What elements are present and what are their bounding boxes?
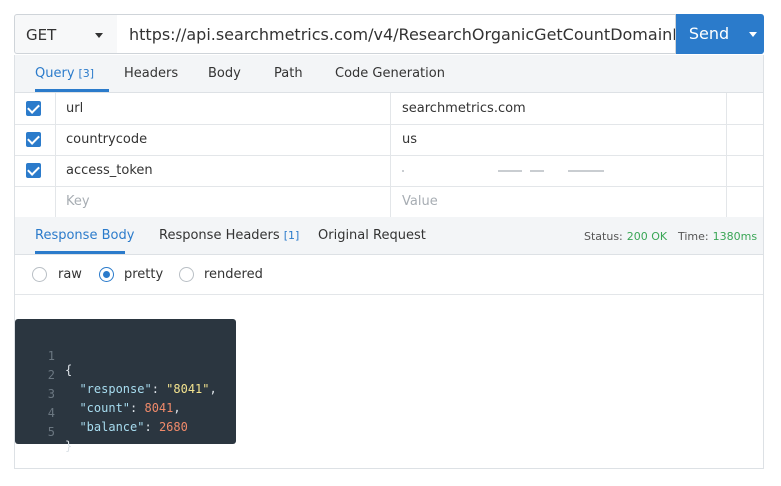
column-divider bbox=[390, 93, 391, 124]
json-number-value: 2680 bbox=[158, 420, 188, 434]
check-icon bbox=[27, 101, 40, 114]
tab-response-headers-count: [1] bbox=[283, 229, 300, 242]
column-divider bbox=[726, 155, 727, 186]
param-row: countrycode us bbox=[15, 124, 763, 156]
json-key: "response" bbox=[79, 382, 152, 396]
param-enabled-cell bbox=[15, 186, 56, 217]
json-key: "count" bbox=[79, 401, 131, 415]
new-param-key-input[interactable]: Key bbox=[66, 194, 90, 209]
param-enabled-cell bbox=[15, 124, 56, 155]
tab-response-body-label: Response Body bbox=[35, 228, 135, 243]
tab-body[interactable]: Body bbox=[208, 66, 241, 81]
send-label: Send bbox=[688, 24, 730, 43]
code-line: 1 { bbox=[15, 335, 73, 377]
column-divider bbox=[726, 186, 727, 217]
param-key[interactable]: countrycode bbox=[66, 132, 147, 147]
rendered-label[interactable]: rendered bbox=[204, 267, 263, 282]
column-divider bbox=[390, 124, 391, 155]
tab-query[interactable]: Query [3] bbox=[35, 66, 94, 81]
method-select[interactable]: GET bbox=[14, 14, 118, 54]
pretty-radio[interactable] bbox=[99, 267, 114, 282]
json-number-value: 8041 bbox=[144, 401, 174, 415]
redacted-token-value[interactable] bbox=[402, 170, 604, 173]
pretty-label[interactable]: pretty bbox=[124, 267, 163, 282]
request-panel: Query [3] Headers Body Path Code Generati… bbox=[14, 55, 764, 469]
chevron-down-icon bbox=[749, 32, 757, 37]
tab-path[interactable]: Path bbox=[274, 66, 303, 81]
send-options-button[interactable] bbox=[742, 14, 764, 54]
active-tab-indicator bbox=[35, 89, 109, 92]
new-param-value-input[interactable]: Value bbox=[402, 194, 438, 209]
code-line: 2 "response": "8041", bbox=[15, 354, 217, 396]
param-enabled-checkbox[interactable] bbox=[26, 163, 41, 178]
tab-query-count: [3] bbox=[78, 67, 95, 80]
check-icon bbox=[27, 132, 40, 145]
url-text: https://api.searchmetrics.com/v4/Researc… bbox=[129, 25, 675, 44]
param-value[interactable]: searchmetrics.com bbox=[402, 101, 526, 116]
view-mode-options: raw pretty rendered bbox=[15, 255, 763, 295]
response-tabs: Response Body Response Headers [1] Origin… bbox=[15, 217, 763, 255]
param-enabled-checkbox[interactable] bbox=[26, 101, 41, 116]
chevron-down-icon bbox=[95, 33, 103, 38]
line-number: 5 bbox=[47, 425, 55, 439]
tab-response-body[interactable]: Response Body bbox=[35, 228, 134, 243]
raw-label[interactable]: raw bbox=[58, 267, 82, 282]
column-divider bbox=[390, 186, 391, 217]
request-bar: GET https://api.searchmetrics.com/v4/Res… bbox=[14, 14, 764, 54]
param-key[interactable]: access_token bbox=[66, 163, 153, 178]
status-value: 200 OK bbox=[626, 230, 668, 243]
tab-headers-label: Headers bbox=[124, 66, 179, 81]
new-param-row: Key Value bbox=[15, 186, 763, 217]
method-label: GET bbox=[26, 26, 57, 44]
send-button[interactable]: Send bbox=[676, 14, 743, 54]
param-enabled-cell bbox=[15, 93, 56, 124]
tab-original-request[interactable]: Original Request bbox=[318, 228, 426, 243]
param-enabled-checkbox[interactable] bbox=[26, 132, 41, 147]
param-enabled-cell bbox=[15, 155, 56, 186]
param-value[interactable]: us bbox=[402, 132, 417, 147]
tab-headers[interactable]: Headers bbox=[124, 66, 178, 81]
time-label: Time: bbox=[678, 230, 709, 243]
check-icon bbox=[27, 163, 40, 176]
param-row: access_token bbox=[15, 155, 763, 187]
tab-body-label: Body bbox=[208, 66, 241, 81]
time-value: 1380ms bbox=[712, 230, 758, 243]
tab-path-label: Path bbox=[274, 66, 303, 81]
column-divider bbox=[726, 124, 727, 155]
close-brace: } bbox=[65, 439, 73, 453]
param-row: url searchmetrics.com bbox=[15, 93, 763, 125]
tab-response-headers-label: Response Headers bbox=[159, 228, 280, 243]
param-key[interactable]: url bbox=[66, 101, 83, 116]
status-readout: Status: 200 OK bbox=[584, 230, 667, 243]
status-label: Status: bbox=[584, 230, 623, 243]
url-input[interactable]: https://api.searchmetrics.com/v4/Researc… bbox=[117, 14, 676, 54]
rendered-radio[interactable] bbox=[179, 267, 194, 282]
json-string-value: "8041" bbox=[166, 382, 210, 396]
column-divider bbox=[390, 155, 391, 186]
column-divider bbox=[726, 93, 727, 124]
response-code-viewer: 1 { 2 "response": "8041", 3 "count": 804… bbox=[15, 319, 236, 453]
time-readout: Time: 1380ms bbox=[678, 230, 757, 243]
tab-original-request-label: Original Request bbox=[318, 228, 426, 243]
json-key: "balance" bbox=[79, 420, 145, 434]
code-line: 3 "count": 8041, bbox=[15, 373, 181, 415]
api-client-window: GET https://api.searchmetrics.com/v4/Res… bbox=[0, 0, 781, 486]
code-line: 5 } bbox=[15, 411, 73, 453]
tab-response-headers[interactable]: Response Headers [1] bbox=[159, 228, 299, 243]
request-tabs: Query [3] Headers Body Path Code Generati… bbox=[15, 55, 763, 93]
raw-radio[interactable] bbox=[32, 267, 47, 282]
tab-query-label: Query bbox=[35, 66, 75, 81]
tab-code-generation[interactable]: Code Generation bbox=[335, 66, 445, 81]
active-tab-indicator bbox=[35, 251, 125, 254]
code-line: 4 "balance": 2680 bbox=[15, 392, 188, 434]
tab-code-generation-label: Code Generation bbox=[335, 66, 445, 81]
